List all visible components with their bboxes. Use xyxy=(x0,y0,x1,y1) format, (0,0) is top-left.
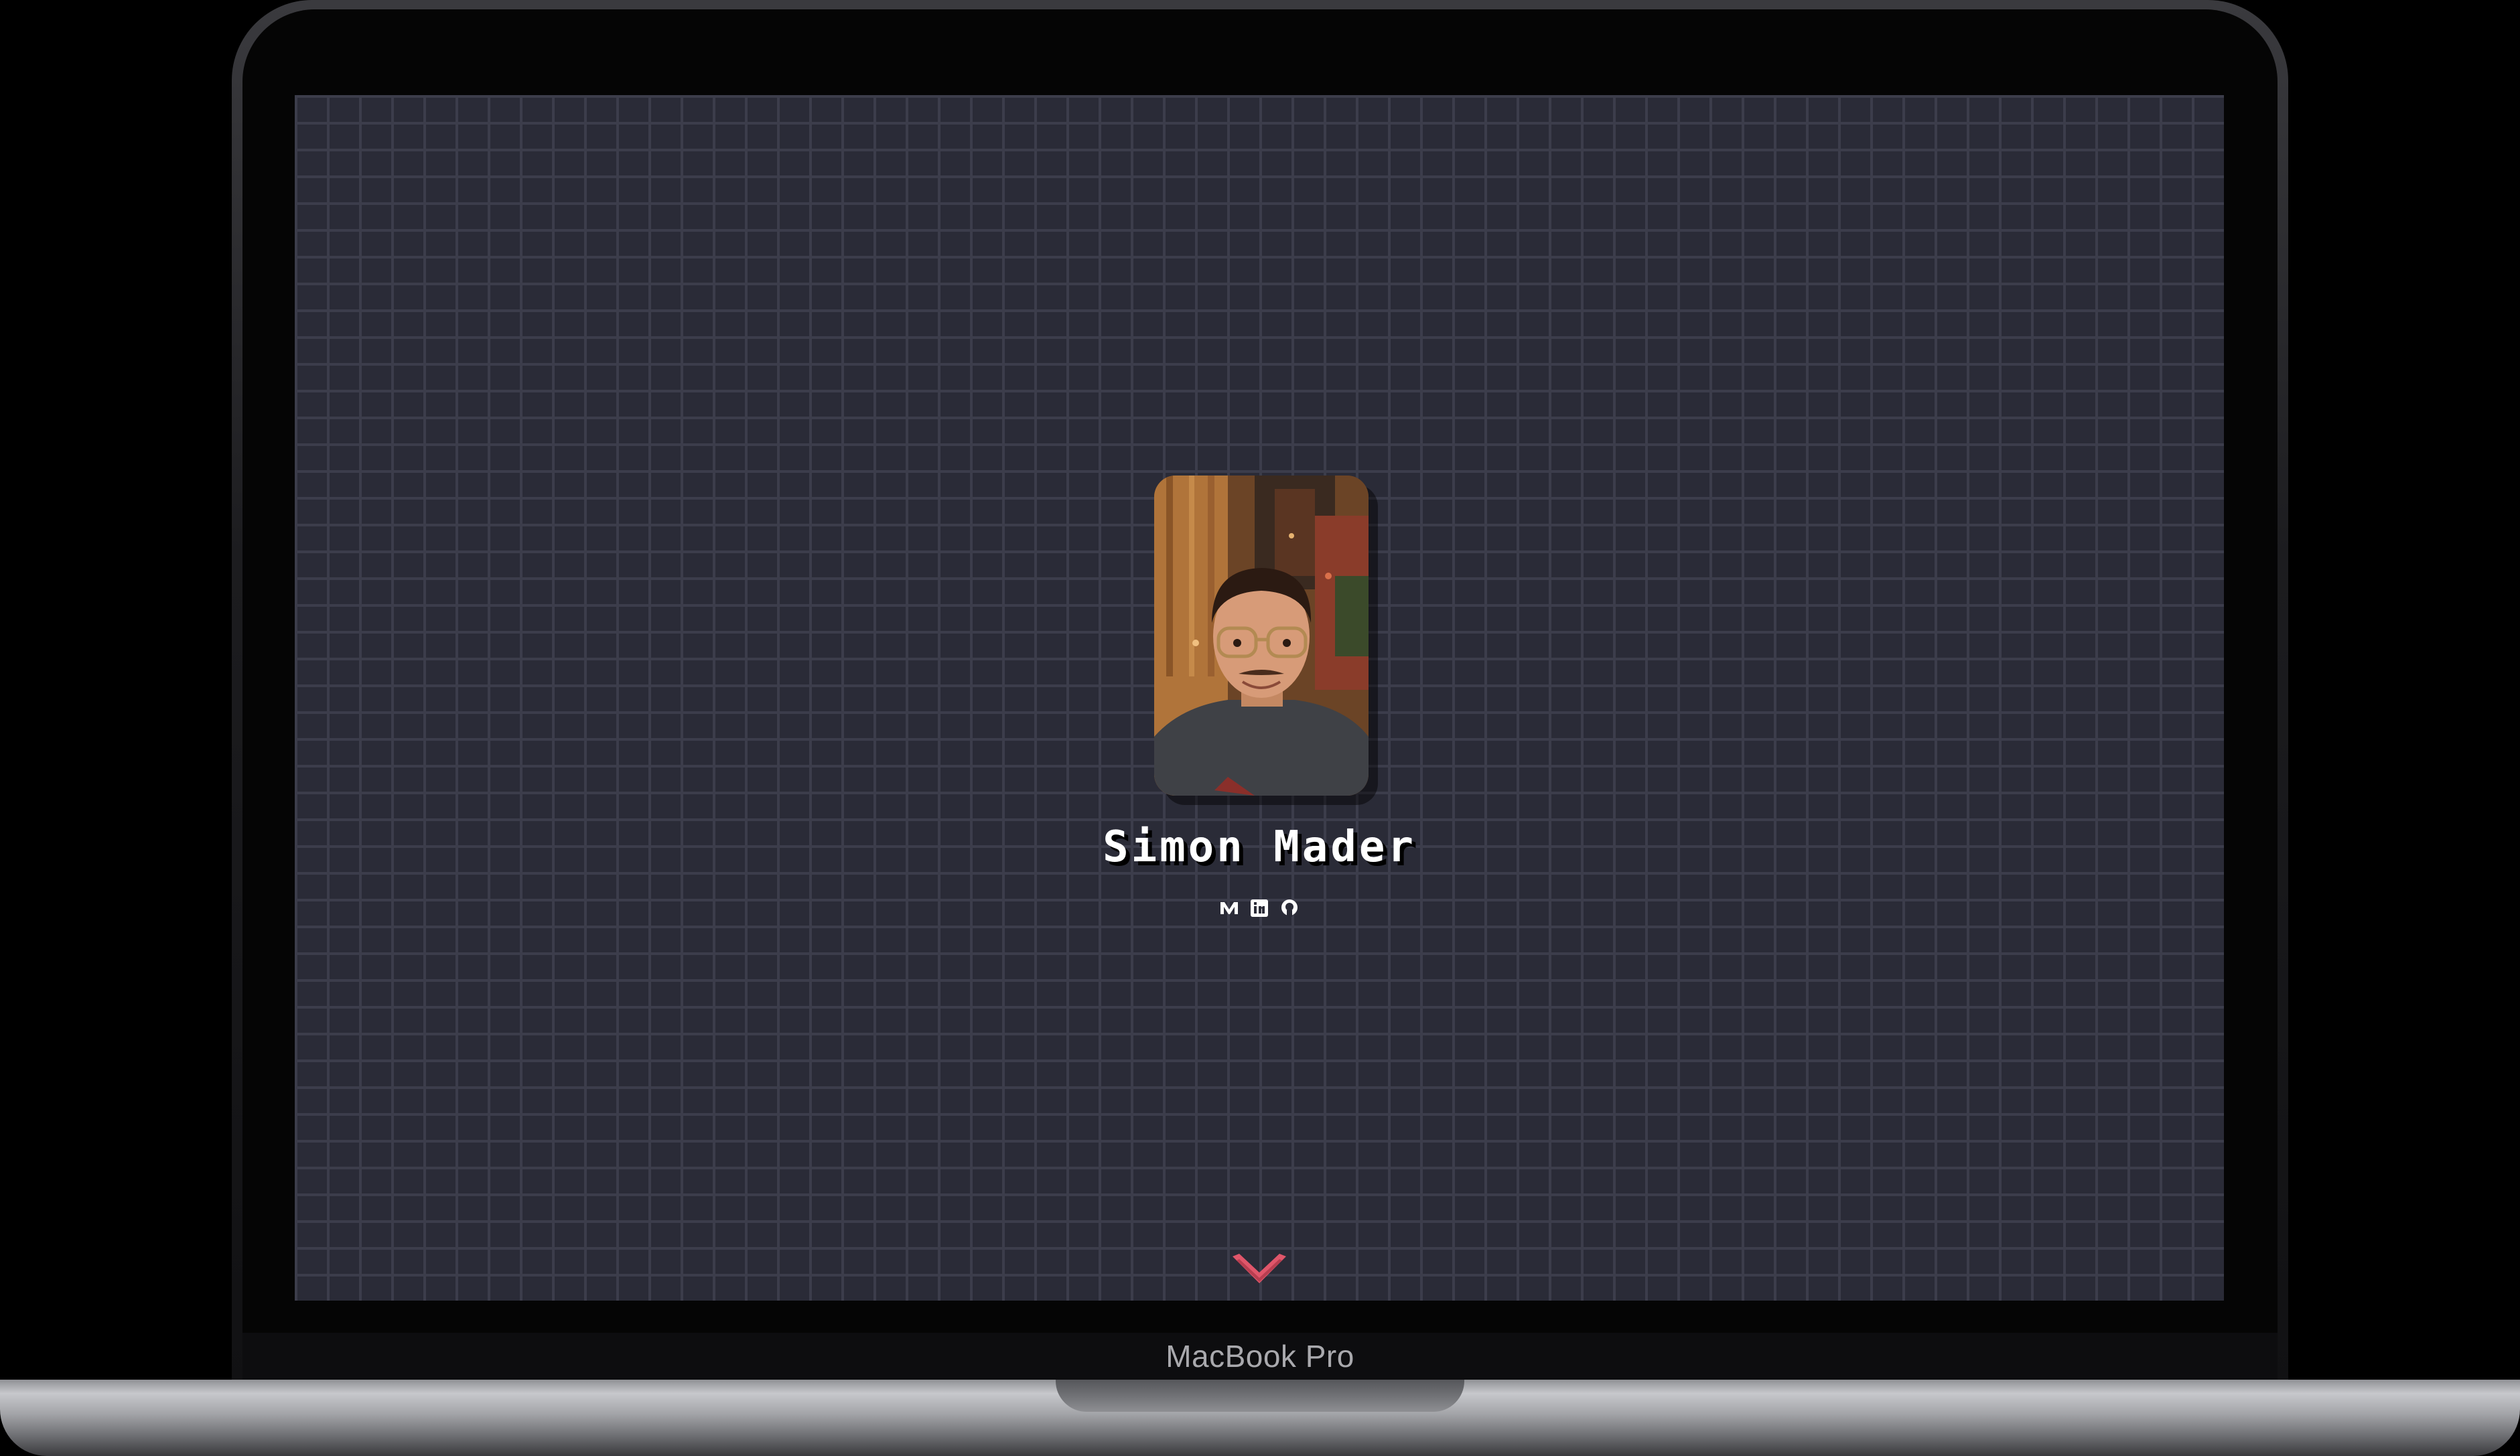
profile-photo-image xyxy=(1154,476,1369,796)
linkedin-link[interactable] xyxy=(1249,898,1269,918)
profile-photo xyxy=(1154,476,1369,796)
social-links xyxy=(1219,895,1300,922)
profile-name: Simon Mader xyxy=(1103,822,1416,872)
github-link[interactable] xyxy=(1279,898,1300,918)
medium-icon xyxy=(1220,902,1238,914)
medium-link[interactable] xyxy=(1219,898,1239,918)
profile-section: Simon Mader xyxy=(295,95,2224,1301)
device-label: MacBook Pro xyxy=(1166,1339,1354,1374)
website-screen: Simon Mader xyxy=(295,95,2224,1301)
github-icon xyxy=(1281,899,1298,917)
linkedin-icon xyxy=(1251,899,1268,917)
laptop-base-notch xyxy=(1056,1380,1464,1412)
scroll-down-button[interactable] xyxy=(1233,1254,1286,1286)
chevron-down-icon xyxy=(1233,1254,1286,1283)
